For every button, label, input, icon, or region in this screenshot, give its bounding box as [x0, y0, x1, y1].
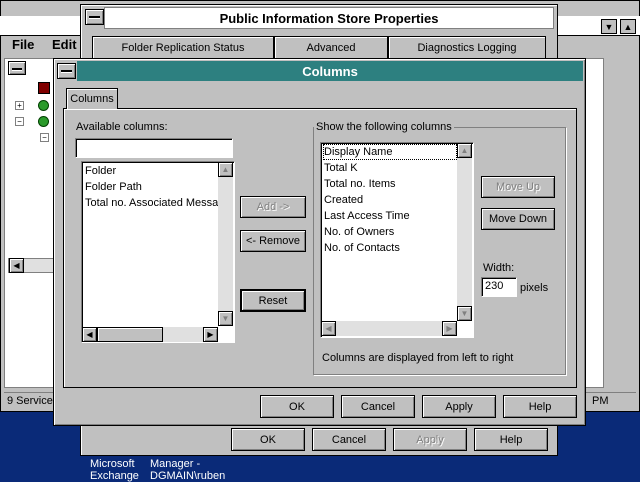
collapse-icon[interactable]: −	[40, 133, 49, 142]
properties-help-button[interactable]: Help	[474, 428, 548, 451]
list-item[interactable]: Folder Path	[85, 179, 142, 195]
reset-button[interactable]: Reset	[240, 289, 306, 312]
list-item[interactable]: Total K	[324, 160, 358, 176]
available-filter-input[interactable]	[75, 138, 233, 158]
help-button[interactable]: Help	[503, 395, 577, 418]
columns-order-note: Columns are displayed from left to right	[322, 352, 514, 364]
cancel-button[interactable]: Cancel	[341, 395, 415, 418]
scroll-up-icon[interactable]: ▲	[218, 162, 233, 177]
list-item[interactable]: No. of Owners	[324, 224, 394, 240]
status-text-left: 9 Service	[7, 395, 53, 407]
columns-system-menu-icon[interactable]	[57, 63, 76, 79]
list-item[interactable]: Last Access Time	[324, 208, 410, 224]
scroll-down-icon[interactable]: ▼	[457, 306, 472, 321]
move-up-button[interactable]: Move Up	[481, 176, 555, 198]
scroll-down-icon[interactable]: ▼	[218, 311, 233, 326]
scroll-right-icon[interactable]: ▶	[203, 327, 218, 342]
list-item[interactable]: Display Name	[324, 144, 392, 160]
desktop-icon-label[interactable]: Manager - DGMAIN\ruben	[150, 458, 225, 482]
properties-apply-button[interactable]: Apply	[393, 428, 467, 451]
tab-folder-replication-status[interactable]: Folder Replication Status	[92, 36, 274, 58]
expand-icon[interactable]: +	[15, 101, 24, 110]
scroll-up-icon[interactable]: ▲	[457, 143, 472, 158]
width-label: Width:	[483, 262, 515, 274]
scroll-left-icon[interactable]: ◀	[321, 321, 336, 336]
available-vertical-scrollbar[interactable]	[218, 162, 233, 326]
desktop-icon-label[interactable]: Microsoft Exchange	[90, 458, 139, 482]
scroll-left-icon[interactable]: ◀	[82, 327, 97, 342]
menu-file[interactable]: File	[12, 37, 34, 52]
scroll-left-icon[interactable]: ◀	[9, 258, 24, 273]
status-text-right: PM	[592, 395, 609, 407]
show-columns-label: Show the following columns	[314, 121, 454, 133]
tab-columns[interactable]: Columns	[66, 88, 118, 109]
properties-cancel-button[interactable]: Cancel	[312, 428, 386, 451]
scroll-thumb[interactable]	[97, 327, 163, 342]
tab-diagnostics-logging[interactable]: Diagnostics Logging	[388, 36, 546, 58]
list-item[interactable]: Total no. Associated Messa	[85, 195, 218, 211]
properties-ok-button[interactable]: OK	[231, 428, 305, 451]
child-window-menu-icon[interactable]	[8, 61, 26, 75]
maximize-icon[interactable]: ▼	[601, 19, 617, 34]
ok-button[interactable]: OK	[260, 395, 334, 418]
tab-advanced[interactable]: Advanced	[274, 36, 388, 58]
list-item[interactable]: Folder	[85, 163, 116, 179]
shown-columns-list[interactable]: Display Name Total K Total no. Items Cre…	[320, 142, 474, 338]
width-input[interactable]: 230	[481, 277, 517, 297]
apply-button[interactable]: Apply	[422, 395, 496, 418]
menu-edit[interactable]: Edit	[52, 37, 77, 52]
collapse-icon[interactable]: −	[15, 117, 24, 126]
available-columns-list[interactable]: Folder Folder Path Total no. Associated …	[81, 161, 235, 343]
scroll-right-icon[interactable]: ▶	[442, 321, 457, 336]
remove-button[interactable]: <- Remove	[240, 230, 306, 252]
pixels-label: pixels	[520, 282, 549, 294]
server-icon	[38, 82, 50, 94]
columns-dialog-title: Columns	[77, 61, 583, 81]
globe-icon	[38, 116, 49, 127]
properties-dialog-title: Public Information Store Properties	[104, 7, 554, 29]
restore-icon[interactable]: ▲	[620, 19, 636, 34]
shown-vertical-scrollbar[interactable]	[457, 143, 472, 321]
move-down-button[interactable]: Move Down	[481, 208, 555, 230]
available-columns-label: Available columns:	[76, 121, 168, 133]
list-item[interactable]: Total no. Items	[324, 176, 396, 192]
list-item[interactable]: Created	[324, 192, 363, 208]
globe-icon	[38, 100, 49, 111]
shown-horizontal-scrollbar[interactable]	[321, 321, 457, 336]
add-button[interactable]: Add ->	[240, 196, 306, 218]
list-item[interactable]: No. of Contacts	[324, 240, 400, 256]
properties-system-menu-icon[interactable]	[85, 9, 104, 25]
